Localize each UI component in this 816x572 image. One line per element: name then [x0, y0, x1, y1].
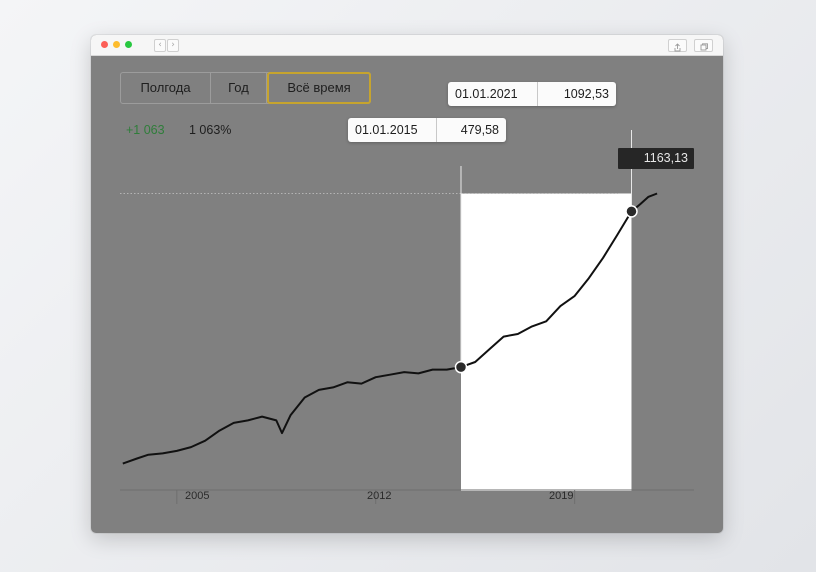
percent-change: 1 063%	[189, 123, 232, 137]
end-point-marker	[625, 205, 638, 218]
share-icon[interactable]	[668, 39, 687, 52]
period-half-year-button[interactable]: Полгода	[121, 73, 211, 103]
last-value-label: 1163,13	[618, 148, 694, 169]
x-tick-label: 2012	[367, 490, 392, 502]
maximize-window-button[interactable]	[125, 41, 132, 48]
close-window-button[interactable]	[101, 41, 108, 48]
chart-area: Полгода Год Всё время +1 063 1 063% 01.0…	[91, 56, 723, 533]
start-point-tooltip: 01.01.2015 479,58	[348, 118, 506, 142]
period-year-button[interactable]: Год	[211, 73, 267, 103]
x-tick-label: 2019	[549, 490, 574, 502]
end-date: 01.01.2021	[448, 82, 538, 106]
end-point-tooltip: 01.01.2021 1092,53	[448, 82, 616, 106]
x-tick-label: 2005	[185, 490, 210, 502]
tabs-icon[interactable]	[694, 39, 713, 52]
title-bar: ‹ ›	[91, 35, 723, 56]
start-value: 479,58	[460, 123, 499, 137]
minimize-window-button[interactable]	[113, 41, 120, 48]
period-all-time-button[interactable]: Всё время	[267, 72, 371, 104]
forward-arrow-icon[interactable]: ›	[167, 39, 179, 52]
absolute-change: +1 063	[126, 123, 165, 137]
start-date: 01.01.2015	[348, 118, 437, 142]
end-value: 1092,53	[563, 87, 609, 101]
period-selector: Полгода Год Всё время	[120, 72, 371, 104]
start-point-marker	[454, 360, 468, 374]
browser-window: ‹ › Полгода Год Всё время +1 063 1 063% …	[91, 35, 723, 533]
selection-band	[460, 193, 632, 491]
back-arrow-icon[interactable]: ‹	[154, 39, 166, 52]
